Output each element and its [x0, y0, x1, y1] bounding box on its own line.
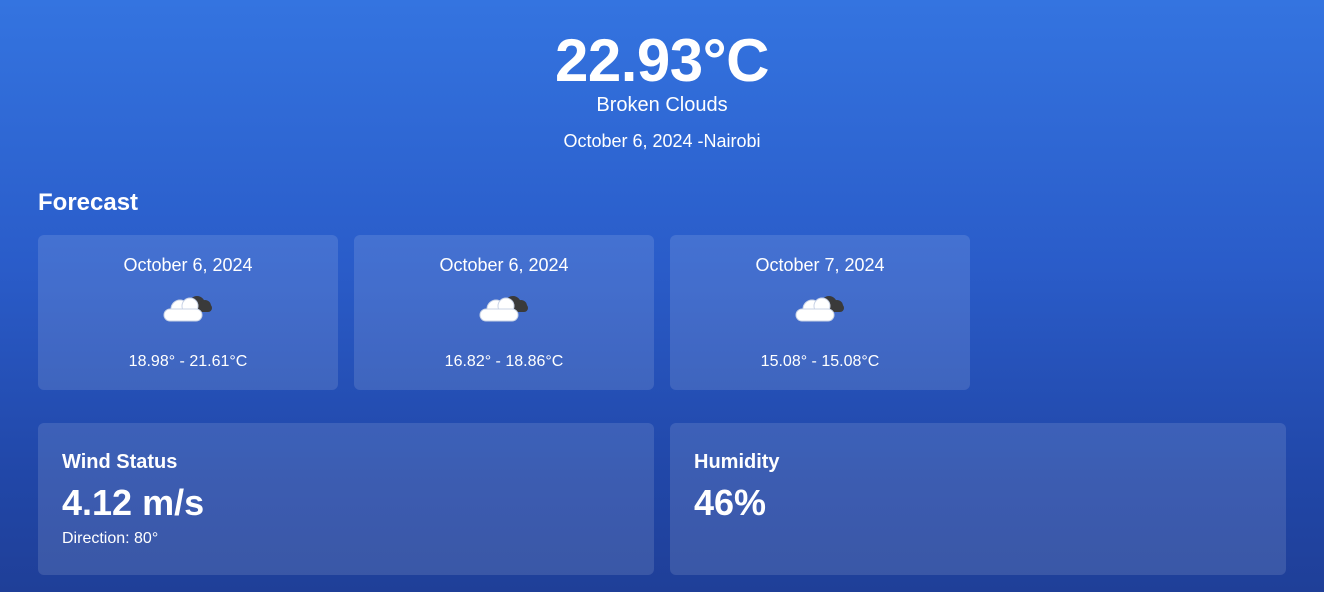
current-condition: Broken Clouds: [596, 94, 728, 116]
forecast-date: October 6, 2024: [439, 255, 569, 275]
humidity-card: Humidity 46%: [670, 423, 1286, 575]
current-temperature: 22.93°C: [555, 27, 769, 94]
wind-status-label: Wind Status: [62, 451, 178, 473]
current-date-location: October 6, 2024 -Nairobi: [563, 131, 761, 151]
sun-behind-cloud-icon: [163, 296, 212, 322]
forecast-heading: Forecast: [38, 189, 139, 216]
forecast-card: October 7, 2024 15.08° - 15.08°C: [670, 235, 970, 390]
forecast-card: October 6, 2024 18.98° - 21.61°C: [38, 235, 338, 390]
sun-behind-cloud-icon: [479, 296, 528, 322]
humidity-value: 46%: [694, 482, 767, 523]
wind-speed-value: 4.12 m/s: [62, 482, 205, 523]
forecast-range: 16.82° - 18.86°C: [444, 353, 564, 370]
humidity-label: Humidity: [694, 451, 780, 473]
wind-status-card: Wind Status 4.12 m/s Direction: 80°: [38, 423, 654, 575]
forecast-card: October 6, 2024 16.82° - 18.86°C: [354, 235, 654, 390]
sun-behind-cloud-icon: [795, 296, 844, 322]
forecast-range: 15.08° - 15.08°C: [760, 353, 880, 370]
forecast-range: 18.98° - 21.61°C: [128, 353, 248, 370]
forecast-date: October 7, 2024: [755, 255, 885, 275]
wind-direction: Direction: 80°: [62, 530, 159, 547]
forecast-date: October 6, 2024: [123, 255, 253, 275]
